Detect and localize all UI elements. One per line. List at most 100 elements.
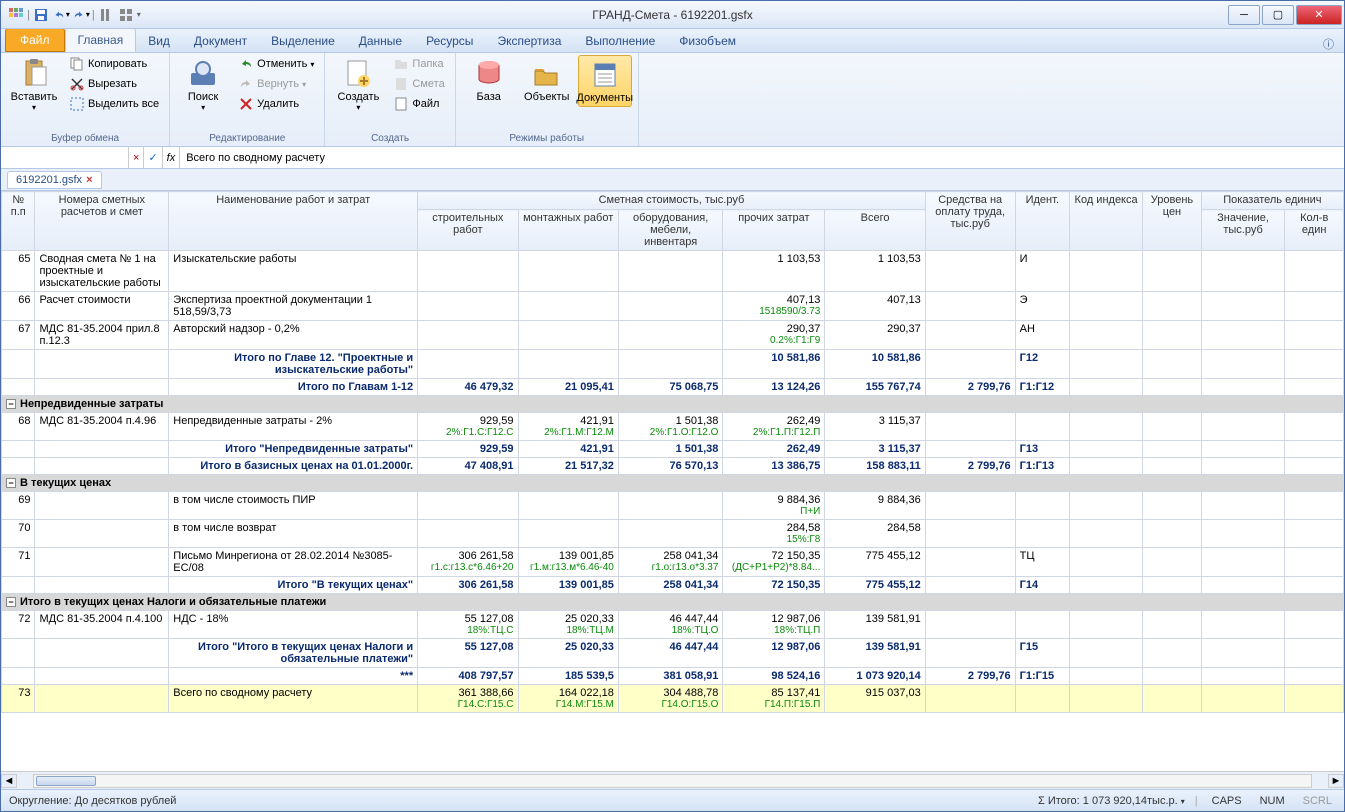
cell[interactable]: 1 501,38 <box>618 441 723 458</box>
cell[interactable] <box>925 548 1015 577</box>
cell[interactable]: 258 041,34г1.о:г13.о*3.37 <box>618 548 723 577</box>
file-button[interactable]: Файл <box>389 95 448 113</box>
ident-cell[interactable]: Г12 <box>1015 350 1069 379</box>
row-code[interactable] <box>35 685 169 713</box>
ident-cell[interactable]: Г13 <box>1015 441 1069 458</box>
cell[interactable]: 139 001,85 <box>518 577 618 594</box>
cell[interactable] <box>618 292 723 321</box>
cell[interactable]: 85 137,41Г14.П:Г15.П <box>723 685 825 713</box>
collapse-icon[interactable]: − <box>6 597 16 607</box>
cell[interactable]: 46 479,32 <box>418 379 518 396</box>
delete-button[interactable]: Удалить <box>234 95 318 113</box>
qat-undo-icon[interactable]: ▾ <box>52 6 70 24</box>
cell[interactable] <box>925 292 1015 321</box>
cell[interactable]: 1 103,53 <box>723 251 825 292</box>
col-cost-group[interactable]: Сметная стоимость, тыс.руб <box>418 192 926 210</box>
cell[interactable]: 55 127,08 <box>418 639 518 668</box>
qat-grid-icon[interactable] <box>7 6 25 24</box>
cell[interactable] <box>925 611 1015 639</box>
close-doc-icon[interactable]: × <box>86 174 92 186</box>
cell[interactable]: 98 524,16 <box>723 668 825 685</box>
cell[interactable]: 13 386,75 <box>723 458 825 475</box>
row-num[interactable]: 69 <box>2 492 35 520</box>
cell[interactable]: 46 447,4418%:ТЦ.О <box>618 611 723 639</box>
cell[interactable] <box>518 492 618 520</box>
row-name[interactable]: Авторский надзор - 0,2% <box>169 321 418 350</box>
cell[interactable]: 775 455,12 <box>825 548 925 577</box>
cell[interactable]: 381 058,91 <box>618 668 723 685</box>
cell[interactable]: 25 020,33 <box>518 639 618 668</box>
row-code[interactable]: МДС 81-35.2004 п.4.96 <box>35 413 169 441</box>
tab-resources[interactable]: Ресурсы <box>414 30 485 52</box>
base-button[interactable]: База <box>462 55 516 105</box>
total-name[interactable]: Итого "В текущих ценах" <box>169 577 418 594</box>
col-numbers[interactable]: Номера сметных расчетов и смет <box>35 192 169 251</box>
minimize-button[interactable]: ─ <box>1228 5 1260 25</box>
col-labor[interactable]: Средства на оплату труда, тыс.руб <box>925 192 1015 251</box>
cell[interactable]: 2 799,76 <box>925 458 1015 475</box>
documents-button[interactable]: Документы <box>578 55 632 107</box>
tab-main[interactable]: Главная <box>65 28 137 52</box>
ident-cell[interactable]: Г1:Г12 <box>1015 379 1069 396</box>
row-num[interactable]: 72 <box>2 611 35 639</box>
cell[interactable]: 75 068,75 <box>618 379 723 396</box>
cell[interactable]: 1 103,53 <box>825 251 925 292</box>
qat-tool2-icon[interactable] <box>117 6 135 24</box>
ident-cell[interactable]: Г1:Г13 <box>1015 458 1069 475</box>
row-name[interactable]: НДС - 18% <box>169 611 418 639</box>
cell[interactable]: 2 799,76 <box>925 668 1015 685</box>
cell[interactable]: 25 020,3318%:ТЦ.М <box>518 611 618 639</box>
tab-view[interactable]: Вид <box>136 30 182 52</box>
cell[interactable]: 258 041,34 <box>618 577 723 594</box>
objects-button[interactable]: Объекты <box>520 55 574 105</box>
row-name[interactable]: в том числе возврат <box>169 520 418 548</box>
cell[interactable] <box>925 685 1015 713</box>
cell[interactable] <box>925 251 1015 292</box>
cell[interactable]: 284,5815%:Г8 <box>723 520 825 548</box>
cell[interactable] <box>925 639 1015 668</box>
ident-cell[interactable] <box>1015 413 1069 441</box>
undo-button[interactable]: Отменить ▾ <box>234 55 318 73</box>
cell[interactable] <box>518 292 618 321</box>
row-num[interactable]: 66 <box>2 292 35 321</box>
cell[interactable]: 929,592%:Г1.С:Г12.С <box>418 413 518 441</box>
cell[interactable]: 262,492%:Г1.П:Г12.П <box>723 413 825 441</box>
cell[interactable]: 72 150,35(ДС+Р1+Р2)*8.84... <box>723 548 825 577</box>
cell[interactable]: 10 581,86 <box>723 350 825 379</box>
total-name[interactable]: Итого по Главам 1-12 <box>169 379 418 396</box>
cell[interactable] <box>925 577 1015 594</box>
total-name[interactable]: *** <box>169 668 418 685</box>
file-tab[interactable]: Файл <box>5 28 65 52</box>
grid-area[interactable]: № п.п Номера сметных расчетов и смет Наи… <box>1 191 1344 771</box>
cell[interactable]: 290,37 <box>825 321 925 350</box>
collapse-icon[interactable]: − <box>6 399 16 409</box>
total-name[interactable]: Итого по Главе 12. "Проектные и изыскате… <box>169 350 418 379</box>
cell[interactable]: 306 261,58 <box>418 577 518 594</box>
tab-physvolume[interactable]: Физобъем <box>667 30 748 52</box>
formula-cancel[interactable]: × <box>129 147 144 168</box>
total-name[interactable]: Итого "Непредвиденные затраты" <box>169 441 418 458</box>
cell[interactable]: 10 581,86 <box>825 350 925 379</box>
cell[interactable] <box>518 520 618 548</box>
tab-document[interactable]: Документ <box>182 30 259 52</box>
cell[interactable] <box>418 350 518 379</box>
cell[interactable]: 284,58 <box>825 520 925 548</box>
cell[interactable] <box>418 321 518 350</box>
cell[interactable]: 421,91 <box>518 441 618 458</box>
cell[interactable]: 72 150,35 <box>723 577 825 594</box>
cell[interactable]: 47 408,91 <box>418 458 518 475</box>
cell[interactable]: 915 037,03 <box>825 685 925 713</box>
cell[interactable]: 9 884,36 <box>825 492 925 520</box>
row-code[interactable] <box>35 520 169 548</box>
ident-cell[interactable]: Г1:Г15 <box>1015 668 1069 685</box>
row-code[interactable] <box>35 548 169 577</box>
formula-ok[interactable]: ✓ <box>144 147 162 168</box>
row-num[interactable]: 65 <box>2 251 35 292</box>
ident-cell[interactable] <box>1015 685 1069 713</box>
cell[interactable] <box>925 441 1015 458</box>
search-button[interactable]: Поиск▾ <box>176 55 230 114</box>
col-total[interactable]: Всего <box>825 210 925 251</box>
cell[interactable]: 408 797,57 <box>418 668 518 685</box>
cell[interactable]: 55 127,0818%:ТЦ.С <box>418 611 518 639</box>
cell[interactable]: 421,912%:Г1.М:Г12.М <box>518 413 618 441</box>
